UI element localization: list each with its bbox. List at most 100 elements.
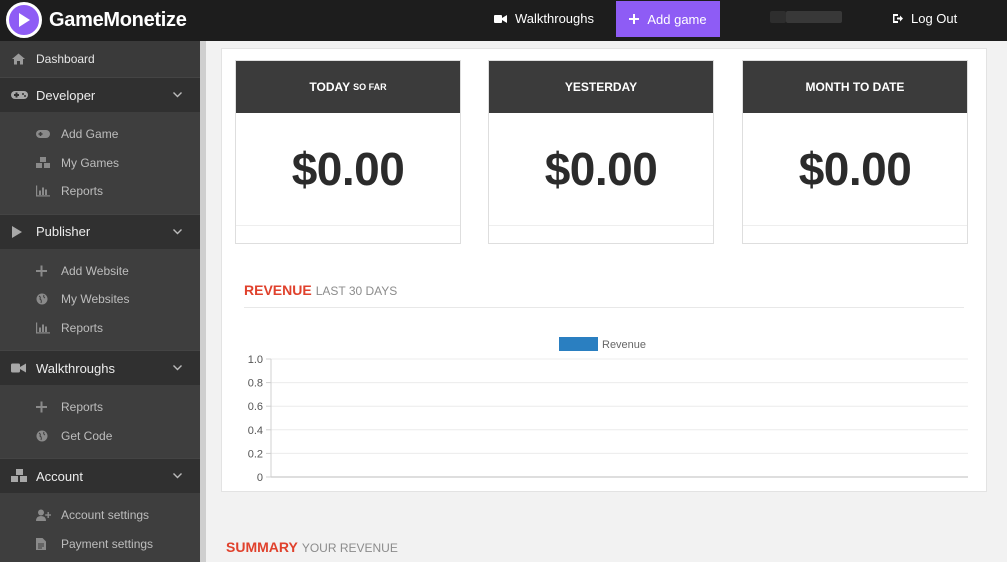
stat-card-header: MONTH TO DATE <box>743 61 967 113</box>
sidebar-item-label: Account settings <box>61 508 150 523</box>
walkthroughs-label: Walkthroughs <box>515 11 594 26</box>
main-content: TODAY SO FAR $0.00 YESTERDAY $0.00 MONTH… <box>206 41 1007 562</box>
add-game-label: Add game <box>647 11 707 27</box>
sidebar-item-publisher-reports[interactable]: Reports <box>0 314 200 343</box>
redacted-block <box>770 11 786 23</box>
play-icon <box>11 225 23 238</box>
y-tick-label: 0.8 <box>248 378 263 390</box>
redacted-block <box>786 11 842 23</box>
plus-icon <box>36 265 47 277</box>
summary-heading: SUMMARY YOUR REVENUE <box>226 539 398 555</box>
sidebar-item-label: Add Website <box>61 263 129 278</box>
sidebar-item-account-settings[interactable]: Account settings <box>0 501 200 530</box>
legend-swatch <box>559 337 598 351</box>
sidebar-section-account[interactable]: Account <box>0 458 200 493</box>
y-tick-label: 1.0 <box>248 354 263 366</box>
sidebar-item-walkthrough-reports[interactable]: Reports <box>0 393 200 422</box>
stat-value: $0.00 <box>489 113 713 226</box>
sign-out-icon <box>892 13 903 24</box>
legend-label: Revenue <box>602 339 646 351</box>
bar-chart-icon <box>36 185 50 197</box>
globe-icon <box>36 430 48 442</box>
globe-icon <box>36 293 48 305</box>
sidebar-section-label: Account <box>36 468 83 484</box>
stat-value: $0.00 <box>236 113 460 226</box>
sidebar-section-label: Publisher <box>36 224 91 239</box>
stat-title-suffix: SO FAR <box>353 82 387 92</box>
sidebar-section-walkthroughs[interactable]: Walkthroughs <box>0 350 200 385</box>
document-icon <box>36 537 46 550</box>
revenue-title: REVENUE <box>244 282 312 298</box>
cubes-icon <box>36 156 50 169</box>
summary-subtitle: YOUR REVENUE <box>301 541 398 555</box>
add-game-button[interactable]: Add game <box>616 1 720 37</box>
sidebar-item-add-game[interactable]: Add Game <box>0 120 200 149</box>
stat-title: TODAY <box>309 80 351 94</box>
logout-label: Log Out <box>911 11 958 26</box>
video-icon <box>11 363 26 374</box>
developer-submenu: Add Game My Games Reports <box>0 112 200 214</box>
sidebar-item-dashboard[interactable]: Dashboard <box>0 41 200 77</box>
y-tick-label: 0.6 <box>248 401 263 413</box>
logout-link[interactable]: Log Out <box>892 0 957 37</box>
sidebar-section-label: Walkthroughs <box>36 360 115 376</box>
sidebar-item-label: Add Game <box>61 127 119 142</box>
stat-card-header: TODAY SO FAR <box>236 61 460 113</box>
chevron-down-icon <box>173 92 182 98</box>
stat-value: $0.00 <box>743 113 967 226</box>
chevron-down-icon <box>173 473 182 479</box>
sidebar-item-label: Reports <box>61 184 104 199</box>
stat-card-month-to-date: MONTH TO DATE $0.00 <box>742 60 968 244</box>
sidebar-item-label: Dashboard <box>36 52 95 66</box>
stat-title: MONTH TO DATE <box>805 80 905 94</box>
sidebar-item-label: Payment settings <box>61 536 154 551</box>
revenue-subtitle: LAST 30 DAYS <box>315 284 398 298</box>
sidebar-item-get-code[interactable]: Get Code <box>0 422 200 451</box>
sidebar-section-developer[interactable]: Developer <box>0 77 200 112</box>
plus-icon <box>629 14 640 24</box>
stat-card-yesterday: YESTERDAY $0.00 <box>488 60 714 244</box>
account-submenu: Account settings Payment settings <box>0 493 200 562</box>
bar-chart-icon <box>36 322 50 334</box>
sidebar: Dashboard Developer Add Game My Games Re… <box>0 41 200 562</box>
sidebar-item-label: Get Code <box>61 428 113 443</box>
sidebar-section-label: Developer <box>36 87 96 103</box>
sidebar-item-payment-settings[interactable]: Payment settings <box>0 530 200 559</box>
sidebar-item-label: My Websites <box>61 292 130 307</box>
gamepad-icon <box>11 90 28 100</box>
video-camera-icon <box>494 14 507 24</box>
sidebar-section-publisher[interactable]: Publisher <box>0 213 200 249</box>
top-navbar: GameMonetize Walkthroughs Add game Log O… <box>0 0 1007 41</box>
play-logo-icon <box>6 2 42 38</box>
walkthroughs-link[interactable]: Walkthroughs <box>494 0 594 37</box>
plus-icon <box>36 401 47 413</box>
user-plus-icon <box>36 509 51 522</box>
home-icon <box>12 53 25 65</box>
walkthroughs-submenu: Reports Get Code <box>0 385 200 458</box>
y-tick-label: 0.4 <box>248 425 263 437</box>
sidebar-item-my-websites[interactable]: My Websites <box>0 285 200 314</box>
revenue-heading: REVENUE LAST 30 DAYS <box>244 282 397 298</box>
y-tick-label: 0 <box>257 472 263 484</box>
stat-title: YESTERDAY <box>564 80 638 94</box>
brand-name: GameMonetize <box>49 8 187 31</box>
y-tick-label: 0.2 <box>248 448 263 460</box>
sidebar-item-label: My Games <box>61 155 120 170</box>
sidebar-item-my-games[interactable]: My Games <box>0 149 200 178</box>
sidebar-item-label: Reports <box>61 320 104 335</box>
summary-title: SUMMARY <box>226 539 298 555</box>
publisher-submenu: Add Website My Websites Reports <box>0 248 200 350</box>
stat-card-header: YESTERDAY <box>489 61 713 113</box>
gamepad-icon <box>36 130 50 139</box>
section-divider <box>244 307 964 308</box>
sidebar-item-add-website[interactable]: Add Website <box>0 257 200 286</box>
revenue-chart: Revenue 1.0 0.8 0.6 0.4 0.2 0 <box>248 337 968 484</box>
chevron-down-icon <box>173 228 182 235</box>
stat-card-today: TODAY SO FAR $0.00 <box>235 60 461 244</box>
sidebar-item-label: Reports <box>61 400 104 415</box>
dashboard-panel: TODAY SO FAR $0.00 YESTERDAY $0.00 MONTH… <box>221 48 987 492</box>
chevron-down-icon <box>173 365 182 371</box>
sidebar-item-developer-reports[interactable]: Reports <box>0 177 200 206</box>
cubes-icon <box>11 469 28 483</box>
brand-logo[interactable]: GameMonetize <box>6 2 187 38</box>
